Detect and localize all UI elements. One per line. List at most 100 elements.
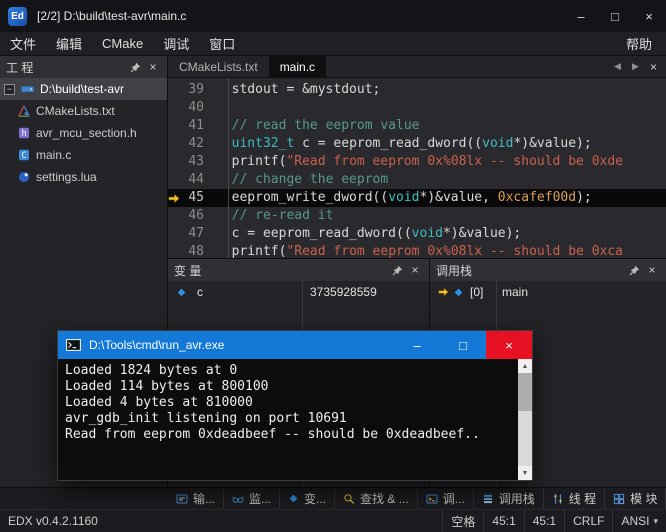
- next-tab-button[interactable]: ▶: [628, 61, 643, 72]
- breakpoint-margin[interactable]: [168, 135, 180, 153]
- code-line-44[interactable]: 44 // change the eeprom: [168, 171, 666, 189]
- console-maximize-button[interactable]: □: [440, 331, 486, 359]
- code-token: c = eeprom_read_dword((: [216, 226, 412, 241]
- menu-items: 文件 编辑 CMake 调试 窗口: [0, 32, 245, 55]
- breakpoint-margin[interactable]: [168, 153, 180, 171]
- close-icon: ×: [645, 8, 653, 24]
- code-text[interactable]: // re-read it: [212, 207, 666, 225]
- maximize-button[interactable]: □: [598, 0, 632, 32]
- variable-value: 3735928559: [310, 285, 377, 299]
- breakpoint-margin[interactable]: [168, 81, 180, 99]
- toolbar-variables-button[interactable]: 变...: [280, 488, 336, 509]
- svg-text:h: h: [21, 129, 26, 139]
- toolbar-watch-button[interactable]: 监...: [224, 488, 281, 509]
- code-token: uint32_t: [231, 136, 295, 151]
- code-line-46[interactable]: 46 // re-read it: [168, 207, 666, 225]
- menu-item-3[interactable]: 调试: [153, 32, 199, 55]
- close-panel-button[interactable]: ×: [644, 262, 660, 278]
- menu-item-0[interactable]: 文件: [0, 32, 46, 55]
- tree-item-3[interactable]: Cmain.c: [0, 144, 167, 166]
- code-line-43[interactable]: 43 printf("Read from eeprom 0x%08lx -- s…: [168, 153, 666, 171]
- tree-item-label: CMakeLists.txt: [36, 104, 115, 118]
- toolbar-debug-button[interactable]: 调...: [418, 488, 474, 509]
- tree-expander[interactable]: −: [4, 83, 15, 95]
- code-line-45[interactable]: 45 eeprom_write_dword((void*)&value, 0xc…: [168, 189, 666, 207]
- code-line-39[interactable]: 39 stdout = &mystdout;: [168, 81, 666, 99]
- breakpoint-margin[interactable]: [168, 225, 180, 243]
- window-controls: – □ ×: [564, 0, 666, 32]
- breakpoint-margin[interactable]: [168, 207, 180, 225]
- breakpoint-margin[interactable]: [168, 171, 180, 189]
- code-text[interactable]: c = eeprom_read_dword((void*)&value);: [212, 225, 666, 243]
- menu-item-2[interactable]: CMake: [92, 32, 153, 55]
- toolbar-button-label: 变...: [304, 492, 327, 506]
- toolbar-output-button[interactable]: 输...: [168, 488, 225, 509]
- status-encoding[interactable]: ANSI ▾: [612, 510, 666, 532]
- console-window[interactable]: D:\Tools\cmd\run_avr.exe – □ × Loaded 18…: [57, 330, 533, 481]
- close-button[interactable]: ×: [632, 0, 666, 32]
- console-close-button[interactable]: ×: [486, 331, 532, 359]
- breakpoint-margin[interactable]: [168, 99, 180, 117]
- scroll-down-icon: ▼: [521, 469, 529, 477]
- code-editor[interactable]: 39 stdout = &mystdout; 40 41 // read the e…: [168, 78, 666, 258]
- toolbar-modules-button[interactable]: 模 块: [605, 488, 666, 509]
- code-line-41[interactable]: 41 // read the eeprom value: [168, 117, 666, 135]
- toolbar-callstack-button[interactable]: 调用栈: [474, 488, 544, 509]
- breakpoint-margin[interactable]: [168, 117, 180, 135]
- tree-item-0[interactable]: − D:\build\test-avr: [0, 78, 167, 100]
- statusbar: EDX v0.4.2.1160 空格 45:1 45:1 CRLF ANSI ▾: [0, 509, 666, 532]
- code-text[interactable]: printf("Read from eeprom 0x%08lx -- shou…: [212, 153, 666, 171]
- pin-panel-button[interactable]: [389, 262, 405, 278]
- titlebar[interactable]: Ed [2/2] D:\build\test-avr\main.c – □ ×: [0, 0, 666, 32]
- code-text[interactable]: stdout = &mystdout;: [212, 81, 666, 99]
- toolbar-threads-button[interactable]: 线 程: [544, 488, 606, 509]
- code-line-48[interactable]: 48 printf("Read from eeprom 0x%08lx -- s…: [168, 243, 666, 258]
- tree-item-2[interactable]: h avr_mcu_section.h: [0, 122, 167, 144]
- breakpoint-margin[interactable]: [168, 189, 180, 207]
- tree-item-1[interactable]: CMakeLists.txt: [0, 100, 167, 122]
- code-text[interactable]: printf("Read from eeprom 0x%08lx -- shou…: [212, 243, 666, 258]
- minimize-button[interactable]: –: [564, 0, 598, 32]
- code-text[interactable]: [212, 99, 666, 117]
- console-scrollbar[interactable]: ▲ ▼: [518, 359, 532, 480]
- pin-panel-button[interactable]: [626, 262, 642, 278]
- code-token: *)&value);: [442, 226, 522, 241]
- tab-navigation: ◀ ▶ ×: [610, 56, 666, 77]
- console-output[interactable]: Loaded 1824 bytes at 0 Loaded 114 bytes a…: [58, 359, 518, 480]
- prev-tab-button[interactable]: ◀: [610, 61, 625, 72]
- variable-row-0[interactable]: c 3735928559: [168, 281, 429, 303]
- close-panel-button[interactable]: ×: [145, 59, 161, 75]
- code-line-40[interactable]: 40: [168, 99, 666, 117]
- toolbar-find-button[interactable]: 查找 & ...: [335, 488, 418, 509]
- editor-tab-0[interactable]: CMakeLists.txt: [168, 56, 269, 77]
- code-line-42[interactable]: 42 uint32_t c = eeprom_read_dword((void*…: [168, 135, 666, 153]
- status-caret-position-alt[interactable]: 45:1: [523, 510, 564, 532]
- code-text[interactable]: // change the eeprom: [212, 171, 666, 189]
- status-whitespace-mode[interactable]: 空格: [442, 510, 483, 532]
- editor-tab-1[interactable]: main.c: [268, 56, 327, 77]
- cmake-icon: [18, 105, 30, 117]
- close-panel-button[interactable]: ×: [407, 262, 423, 278]
- console-titlebar[interactable]: D:\Tools\cmd\run_avr.exe – □ ×: [58, 331, 532, 359]
- code-text[interactable]: uint32_t c = eeprom_read_dword((void*)&v…: [212, 135, 666, 153]
- pin-panel-button[interactable]: [127, 59, 143, 75]
- menu-item-1[interactable]: 编辑: [46, 32, 92, 55]
- callstack-frame-row-0[interactable]: [0] main: [430, 281, 666, 303]
- menu-item-help[interactable]: 帮助: [616, 32, 662, 55]
- variables-panel-title: 变 量: [174, 263, 202, 278]
- code-text[interactable]: eeprom_write_dword((void*)&value, 0xcafe…: [212, 189, 666, 207]
- status-caret-position[interactable]: 45:1: [483, 510, 523, 532]
- menu-item-4[interactable]: 窗口: [199, 32, 245, 55]
- code-token: c = eeprom_read_dword((: [294, 136, 483, 151]
- scrollbar-thumb[interactable]: [518, 373, 532, 411]
- console-minimize-button[interactable]: –: [394, 331, 440, 359]
- code-line-47[interactable]: 47 c = eeprom_read_dword((void*)&value);: [168, 225, 666, 243]
- breakpoint-margin[interactable]: [168, 243, 180, 258]
- close-document-button[interactable]: ×: [646, 60, 661, 74]
- tree-item-4[interactable]: settings.lua: [0, 166, 167, 188]
- scroll-down-button[interactable]: ▼: [518, 466, 532, 480]
- status-line-ending[interactable]: CRLF: [564, 510, 612, 532]
- code-token: void: [482, 136, 514, 151]
- code-text[interactable]: // read the eeprom value: [212, 117, 666, 135]
- scroll-up-button[interactable]: ▲: [518, 359, 532, 373]
